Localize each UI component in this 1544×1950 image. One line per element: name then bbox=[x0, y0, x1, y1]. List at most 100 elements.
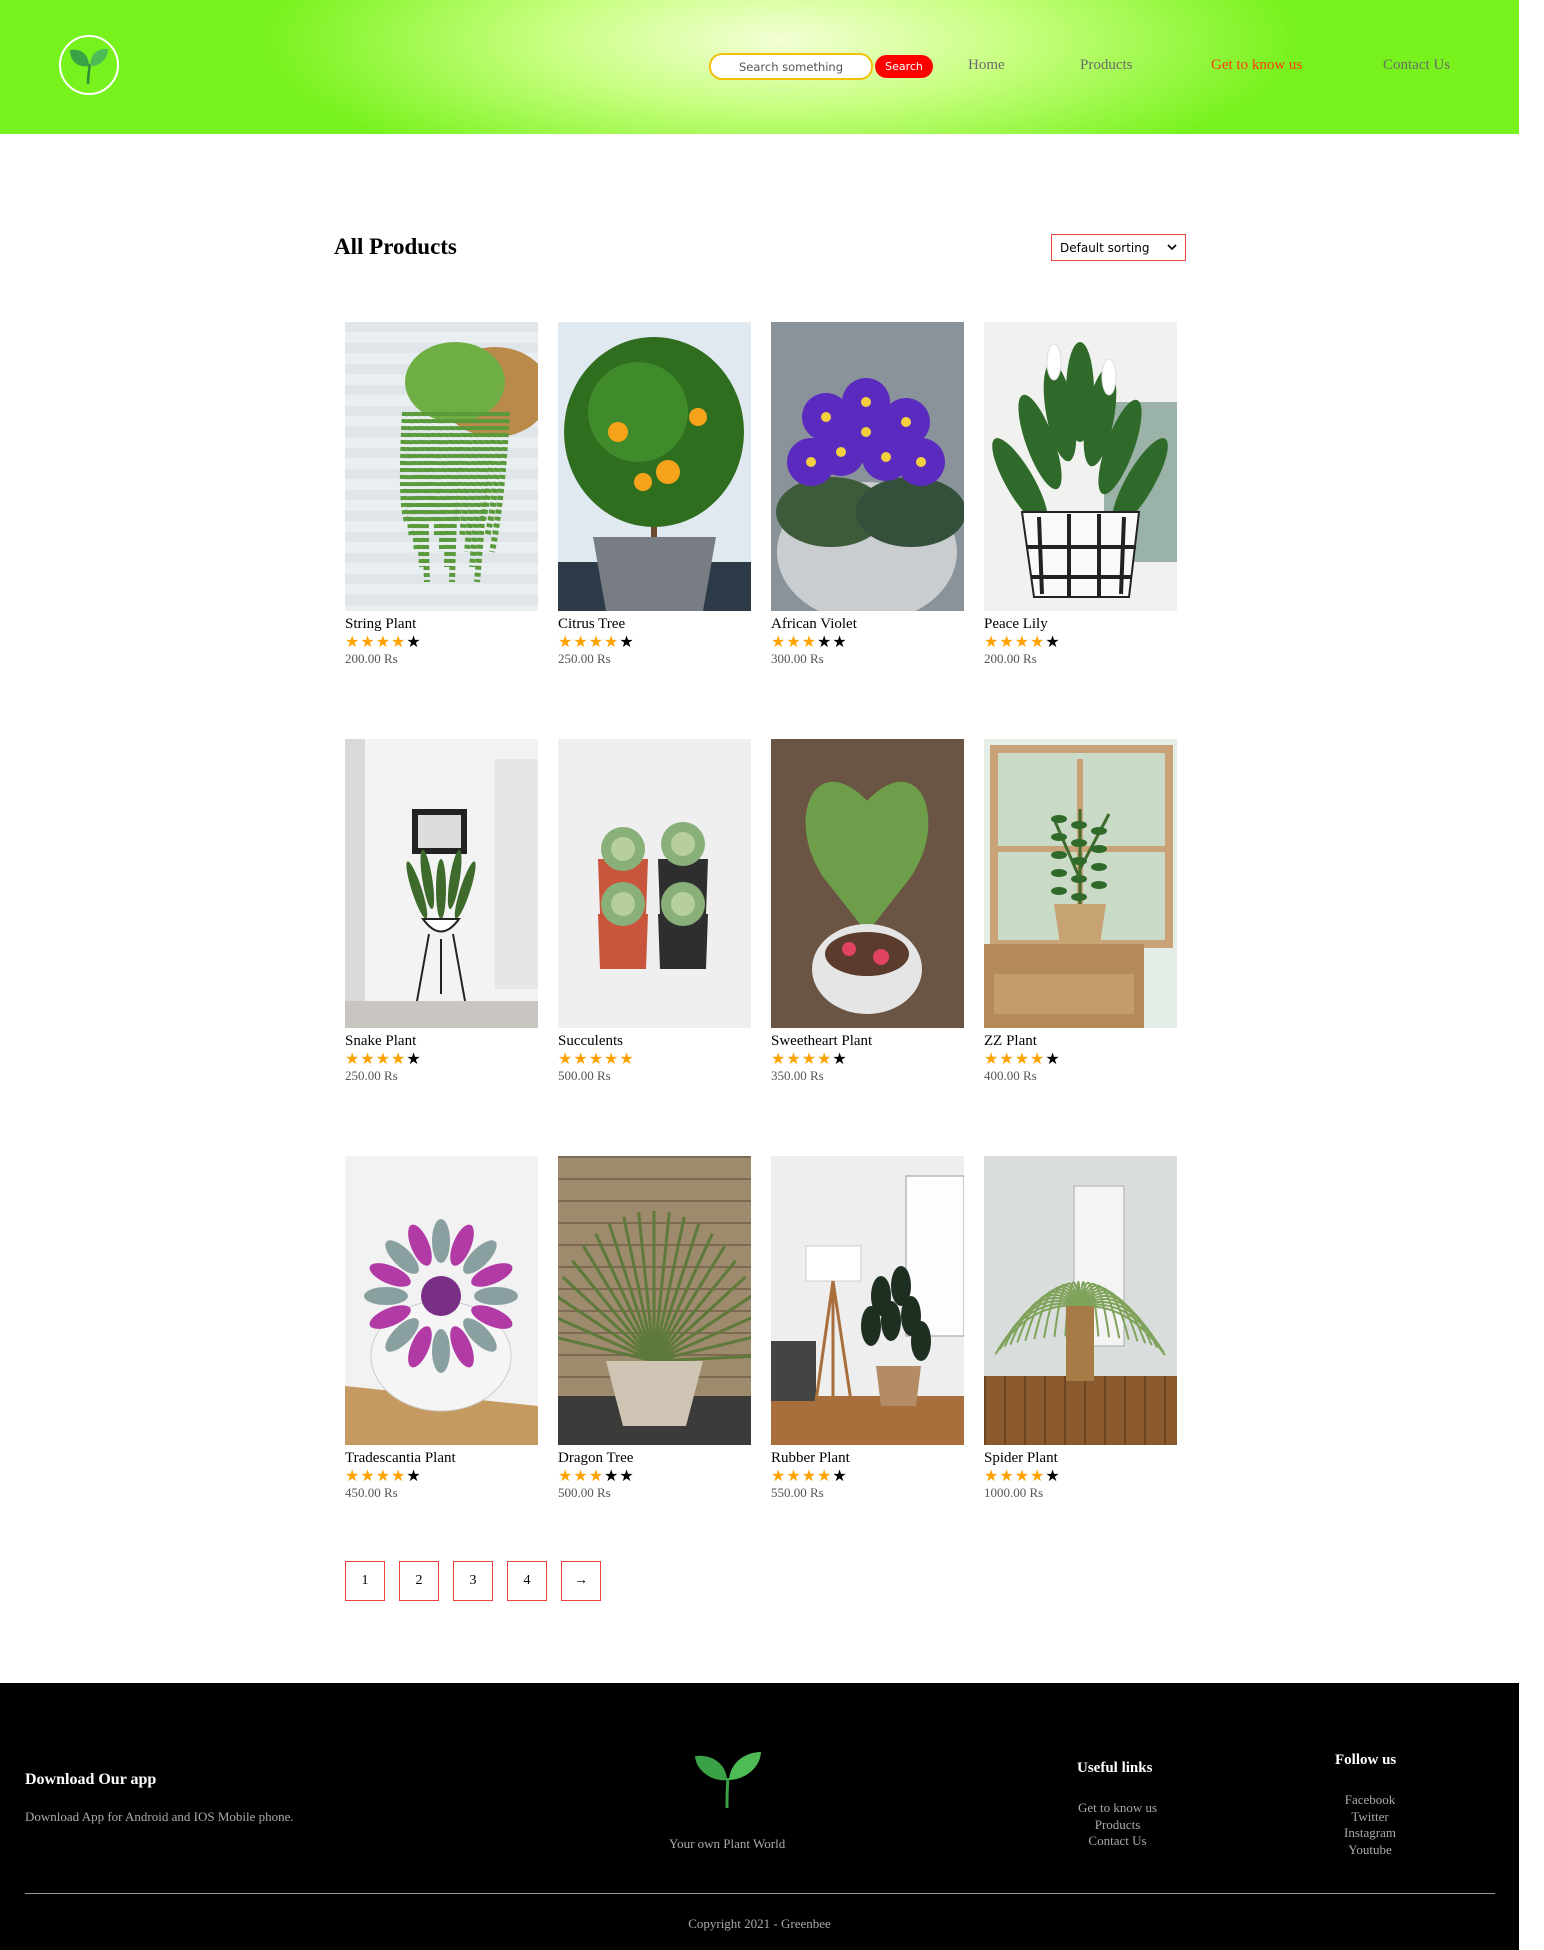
star-empty-icon: ★ bbox=[1045, 1466, 1060, 1485]
rating-stars: ★ ★ ★ ★ ★ bbox=[558, 1467, 751, 1484]
star-filled-icon: ★ bbox=[391, 1466, 406, 1485]
product-card[interactable]: Snake Plant ★ ★ ★ ★ ★ 250.00 Rs bbox=[345, 739, 538, 1084]
footer-link-facebook[interactable]: Facebook bbox=[1320, 1792, 1420, 1809]
nav-contact-us[interactable]: Contact Us bbox=[1383, 57, 1450, 74]
star-filled-icon: ★ bbox=[1014, 1466, 1030, 1485]
product-name[interactable]: Dragon Tree bbox=[558, 1449, 751, 1467]
product-card[interactable]: African Violet ★ ★ ★ ★ ★ 300.00 Rs bbox=[771, 322, 964, 667]
snake-plant-photo[interactable] bbox=[345, 739, 538, 1028]
star-empty-icon: ★ bbox=[619, 632, 634, 651]
product-price: 450.00 Rs bbox=[345, 1485, 398, 1500]
chevron-down-icon bbox=[1167, 244, 1177, 251]
tradescantia-photo-image bbox=[345, 1156, 538, 1445]
nav-get-to-know-us[interactable]: Get to know us bbox=[1211, 57, 1302, 74]
nav-home[interactable]: Home bbox=[968, 57, 1005, 74]
star-filled-icon: ★ bbox=[999, 1049, 1014, 1068]
star-filled-icon: ★ bbox=[588, 1466, 604, 1485]
product-card[interactable]: Sweetheart Plant ★ ★ ★ ★ ★ 350.00 Rs bbox=[771, 739, 964, 1084]
star-filled-icon: ★ bbox=[786, 632, 801, 651]
star-empty-icon: ★ bbox=[604, 1466, 619, 1485]
tradescantia-photo[interactable] bbox=[345, 1156, 538, 1445]
page-button-2[interactable]: 2 bbox=[399, 1561, 439, 1601]
product-price: 500.00 Rs bbox=[558, 1485, 611, 1500]
rubber-plant-photo[interactable] bbox=[771, 1156, 964, 1445]
product-name[interactable]: String Plant bbox=[345, 615, 538, 633]
footer-link-get-to-know-us[interactable]: Get to know us bbox=[1060, 1800, 1175, 1817]
string-plant-photo[interactable] bbox=[345, 322, 538, 611]
star-filled-icon: ★ bbox=[817, 1049, 832, 1068]
nav-products[interactable]: Products bbox=[1080, 57, 1133, 74]
product-card[interactable]: Peace Lily ★ ★ ★ ★ ★ 200.00 Rs bbox=[984, 322, 1177, 667]
search-input[interactable] bbox=[709, 53, 873, 80]
download-app-text: Download App for Android and IOS Mobile … bbox=[25, 1809, 294, 1824]
footer-link-contact-us[interactable]: Contact Us bbox=[1060, 1833, 1175, 1850]
page-button-4[interactable]: 4 bbox=[507, 1561, 547, 1601]
rating-stars: ★ ★ ★ ★ ★ bbox=[558, 633, 751, 650]
rating-stars: ★ ★ ★ ★ ★ bbox=[345, 633, 538, 650]
product-card[interactable]: Dragon Tree ★ ★ ★ ★ ★ 500.00 Rs bbox=[558, 1156, 751, 1501]
page-button-1[interactable]: 1 bbox=[345, 1561, 385, 1601]
star-empty-icon: ★ bbox=[406, 632, 421, 651]
rating-stars: ★ ★ ★ ★ ★ bbox=[345, 1467, 538, 1484]
footer-link-products[interactable]: Products bbox=[1060, 1817, 1175, 1834]
star-filled-icon: ★ bbox=[345, 1466, 360, 1485]
product-price: 300.00 Rs bbox=[771, 651, 824, 666]
product-card[interactable]: Succulents ★ ★ ★ ★ ★ 500.00 Rs bbox=[558, 739, 751, 1084]
dragon-tree-photo[interactable] bbox=[558, 1156, 751, 1445]
product-name[interactable]: Sweetheart Plant bbox=[771, 1032, 964, 1050]
peace-lily-photo-image bbox=[984, 322, 1177, 611]
product-card[interactable]: Rubber Plant ★ ★ ★ ★ ★ 550.00 Rs bbox=[771, 1156, 964, 1501]
peace-lily-photo[interactable] bbox=[984, 322, 1177, 611]
brand-logo[interactable] bbox=[59, 35, 119, 95]
zz-plant-photo[interactable] bbox=[984, 739, 1177, 1028]
product-price: 200.00 Rs bbox=[984, 651, 1037, 666]
footer-link-twitter[interactable]: Twitter bbox=[1320, 1809, 1420, 1826]
star-filled-icon: ★ bbox=[1014, 1049, 1030, 1068]
product-card[interactable]: String Plant ★ ★ ★ ★ ★ 200.00 Rs bbox=[345, 322, 538, 667]
leaf-logo-icon bbox=[695, 1752, 761, 1809]
product-name[interactable]: Succulents bbox=[558, 1032, 751, 1050]
useful-links-list: Get to know us Products Contact Us bbox=[1060, 1800, 1175, 1850]
star-filled-icon: ★ bbox=[771, 1049, 786, 1068]
sort-selected-value: Default sorting bbox=[1060, 240, 1150, 255]
star-filled-icon: ★ bbox=[558, 1466, 573, 1485]
african-violet-photo[interactable] bbox=[771, 322, 964, 611]
product-name[interactable]: Citrus Tree bbox=[558, 615, 751, 633]
product-name[interactable]: Peace Lily bbox=[984, 615, 1177, 633]
page-button-3[interactable]: 3 bbox=[453, 1561, 493, 1601]
product-name[interactable]: African Violet bbox=[771, 615, 964, 633]
star-filled-icon: ★ bbox=[771, 632, 786, 651]
product-card[interactable]: Spider Plant ★ ★ ★ ★ ★ 1000.00 Rs bbox=[984, 1156, 1177, 1501]
footer-link-instagram[interactable]: Instagram bbox=[1320, 1825, 1420, 1842]
star-empty-icon: ★ bbox=[832, 632, 847, 651]
star-filled-icon: ★ bbox=[573, 1466, 588, 1485]
product-price: 500.00 Rs bbox=[558, 1068, 611, 1083]
product-price: 250.00 Rs bbox=[558, 651, 611, 666]
star-empty-icon: ★ bbox=[832, 1466, 847, 1485]
star-filled-icon: ★ bbox=[801, 632, 817, 651]
product-price: 400.00 Rs bbox=[984, 1068, 1037, 1083]
rating-stars: ★ ★ ★ ★ ★ bbox=[984, 633, 1177, 650]
succulents-photo[interactable] bbox=[558, 739, 751, 1028]
product-card[interactable]: Tradescantia Plant ★ ★ ★ ★ ★ 450.00 Rs bbox=[345, 1156, 538, 1501]
footer-tagline: Your own Plant World bbox=[669, 1836, 786, 1851]
product-name[interactable]: Snake Plant bbox=[345, 1032, 538, 1050]
star-empty-icon: ★ bbox=[1045, 1049, 1060, 1068]
product-name[interactable]: Rubber Plant bbox=[771, 1449, 964, 1467]
sweetheart-plant-photo[interactable] bbox=[771, 739, 964, 1028]
footer-link-youtube[interactable]: Youtube bbox=[1320, 1842, 1420, 1859]
product-name[interactable]: ZZ Plant bbox=[984, 1032, 1177, 1050]
search-button[interactable]: Search bbox=[875, 55, 933, 78]
product-name[interactable]: Tradescantia Plant bbox=[345, 1449, 538, 1467]
sort-select[interactable]: Default sorting bbox=[1051, 234, 1186, 261]
product-card[interactable]: ZZ Plant ★ ★ ★ ★ ★ 400.00 Rs bbox=[984, 739, 1177, 1084]
string-plant-photo-image bbox=[345, 322, 538, 611]
citrus-tree-photo[interactable] bbox=[558, 322, 751, 611]
next-page-button[interactable]: → bbox=[561, 1561, 601, 1601]
product-name[interactable]: Spider Plant bbox=[984, 1449, 1177, 1467]
spider-plant-photo[interactable] bbox=[984, 1156, 1177, 1445]
product-card[interactable]: Citrus Tree ★ ★ ★ ★ ★ 250.00 Rs bbox=[558, 322, 751, 667]
rating-stars: ★ ★ ★ ★ ★ bbox=[771, 1050, 964, 1067]
star-filled-icon: ★ bbox=[604, 632, 619, 651]
site-header: Search Home Products Get to know us Cont… bbox=[0, 0, 1519, 134]
